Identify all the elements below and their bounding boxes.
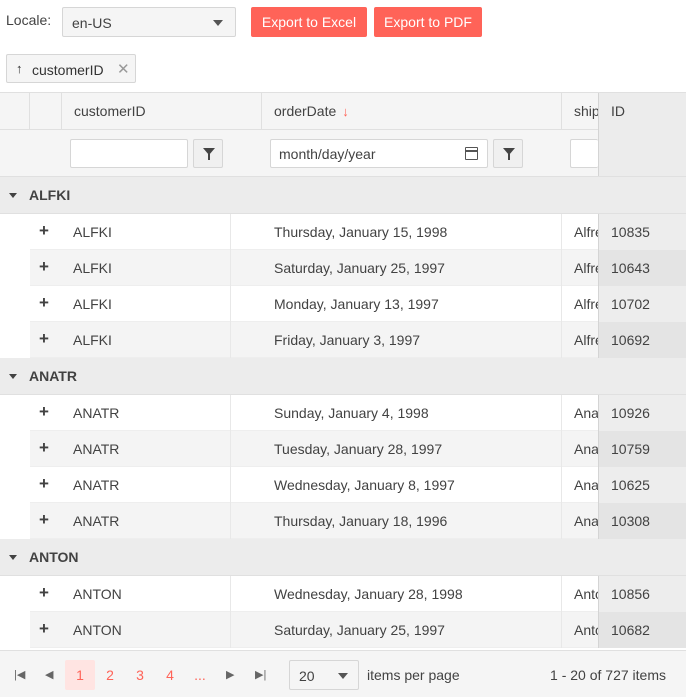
calendar-icon[interactable]	[465, 147, 478, 160]
column-header-customerid[interactable]: customerID	[62, 93, 261, 130]
group-header-anatr[interactable]: ANATR	[0, 358, 686, 395]
column-header-orderdate[interactable]: orderDate ↓	[262, 93, 561, 130]
collapse-icon[interactable]	[9, 374, 17, 379]
column-header-id[interactable]: ID	[598, 93, 686, 130]
table-row: + ALFKI Thursday, January 15, 1998 Alfre…	[30, 214, 686, 250]
filter-icon	[203, 148, 215, 160]
page-button-2[interactable]: 2	[95, 660, 125, 690]
collapse-icon[interactable]	[9, 555, 17, 560]
expand-icon[interactable]: +	[39, 583, 49, 603]
grid-header: customerID orderDate ↓ ship ID	[0, 93, 686, 177]
orders-grid: customerID orderDate ↓ ship ID month/day/…	[0, 93, 686, 650]
table-row: + ALFKI Monday, January 13, 1997 Alfreds…	[30, 286, 686, 322]
sort-descending-icon: ↓	[342, 104, 349, 119]
page-button-3[interactable]: 3	[125, 660, 155, 690]
expand-icon[interactable]: +	[39, 221, 49, 241]
filter-row: month/day/year	[0, 130, 686, 177]
pager-info: 1 - 20 of 727 items	[550, 667, 666, 683]
expand-icon[interactable]: +	[39, 474, 49, 494]
expand-icon[interactable]: +	[39, 510, 49, 530]
page-button-1[interactable]: 1	[65, 660, 95, 690]
customerid-filter-input[interactable]	[70, 139, 188, 168]
column-header-ship[interactable]: ship	[562, 93, 599, 130]
group-header-anton[interactable]: ANTON	[0, 539, 686, 576]
table-row: + ANATR Sunday, January 4, 1998 Ana 1092…	[30, 395, 686, 431]
chevron-down-icon	[213, 20, 223, 26]
group-panel: ↑ customerID ✕	[0, 44, 686, 93]
customerid-filter-button[interactable]	[193, 139, 223, 168]
locale-label: Locale:	[6, 12, 52, 28]
table-row: + ANTON Saturday, January 25, 1997 Anton…	[30, 612, 686, 648]
table-row: + ALFKI Friday, January 3, 1997 Alfreds …	[30, 322, 686, 358]
orderdate-filter-input[interactable]: month/day/year	[270, 139, 488, 168]
page-button-more[interactable]: ...	[185, 660, 215, 690]
expand-icon[interactable]: +	[39, 257, 49, 277]
table-row: + ANATR Tuesday, January 28, 1997 Ana 10…	[30, 431, 686, 467]
id-filter-cell	[598, 130, 686, 176]
locale-dropdown[interactable]: en-US	[62, 7, 236, 37]
pager: |◀ ◀ 1 2 3 4 ... ▶ ▶| 20 items per page …	[0, 650, 686, 697]
items-per-page-label: items per page	[367, 667, 460, 683]
expand-icon[interactable]: +	[39, 402, 49, 422]
expand-icon[interactable]: +	[39, 438, 49, 458]
page-button-4[interactable]: 4	[155, 660, 185, 690]
close-icon[interactable]: ✕	[117, 60, 130, 78]
first-page-icon[interactable]: |◀	[14, 668, 25, 681]
table-row: + ANTON Wednesday, January 28, 1998 Anto…	[30, 576, 686, 612]
previous-page-icon[interactable]: ◀	[45, 668, 53, 681]
expand-icon[interactable]: +	[39, 329, 49, 349]
chevron-down-icon	[338, 673, 348, 679]
ship-filter-input[interactable]	[570, 139, 598, 168]
expand-icon[interactable]: +	[39, 293, 49, 313]
filter-icon	[503, 148, 515, 160]
group-chip-customerid[interactable]: ↑ customerID ✕	[6, 54, 136, 83]
last-page-icon[interactable]: ▶|	[255, 668, 266, 681]
table-row: + ANATR Wednesday, January 8, 1997 Ana 1…	[30, 467, 686, 503]
toolbar: Locale: en-US Export to Excel Export to …	[0, 0, 686, 44]
expand-icon[interactable]: +	[39, 619, 49, 639]
collapse-icon[interactable]	[9, 193, 17, 198]
orderdate-filter-button[interactable]	[493, 139, 523, 168]
table-row: + ALFKI Saturday, January 25, 1997 Alfre…	[30, 250, 686, 286]
arrow-up-icon[interactable]: ↑	[16, 61, 23, 76]
next-page-icon[interactable]: ▶	[226, 668, 234, 681]
locale-value: en-US	[72, 15, 112, 31]
group-chip-label: customerID	[32, 62, 104, 78]
page-size-dropdown[interactable]: 20	[289, 660, 359, 690]
group-header-alfki[interactable]: ALFKI	[0, 177, 686, 214]
export-pdf-button[interactable]: Export to PDF	[374, 7, 482, 37]
export-excel-button[interactable]: Export to Excel	[251, 7, 367, 37]
table-row: + ANATR Thursday, January 18, 1996 Ana 1…	[30, 503, 686, 539]
